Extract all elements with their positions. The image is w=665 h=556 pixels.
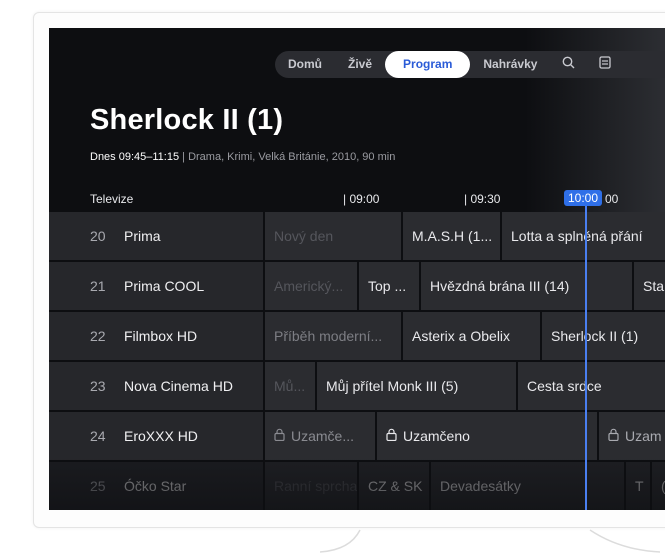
channel-cell[interactable]: 20 Prima	[49, 212, 263, 260]
channel-name: Prima COOL	[124, 278, 205, 294]
program-cell[interactable]: Příběh moderní...	[265, 312, 401, 360]
channel-row: 20 Prima Nový den M.A.S.H (1... Lotta a s…	[49, 212, 665, 260]
channel-row: 22 Filmbox HD Příběh moderní... Asterix a…	[49, 312, 665, 360]
nav-live[interactable]: Živě	[335, 51, 385, 78]
channel-number: 22	[90, 328, 106, 344]
time-tick-0900: | 09:00	[343, 192, 380, 206]
program-cell[interactable]: Sta	[634, 262, 665, 310]
guide-icon[interactable]	[587, 51, 623, 78]
lock-icon	[274, 413, 285, 460]
top-nav: Domů Živě Program Nahrávky	[275, 51, 665, 78]
channel-name: EroXXX HD	[124, 428, 198, 444]
lock-icon	[608, 413, 619, 460]
program-title-locked: Uzamčeno	[403, 428, 470, 444]
channel-cell[interactable]: 22 Filmbox HD	[49, 312, 263, 360]
channel-row: 25 Óčko Star Ranní sprcha CZ & SK Devades…	[49, 462, 665, 510]
tv-stand	[320, 529, 660, 553]
program-cell[interactable]: Devadesátky	[431, 462, 624, 510]
channel-cell[interactable]: 23 Nova Cinema HD	[49, 362, 263, 410]
timeline-label: Televize	[90, 192, 134, 206]
program-cell-locked[interactable]: Uzamče...	[265, 412, 375, 460]
program-cell[interactable]: T	[626, 462, 650, 510]
channel-cell[interactable]: 21 Prima COOL	[49, 262, 263, 310]
program-cell[interactable]: Hvězdná brána III (14)	[421, 262, 632, 310]
channel-name: Óčko Star	[124, 478, 187, 494]
nav-home[interactable]: Domů	[275, 51, 335, 78]
program-cell[interactable]: M.A.S.H (1...	[403, 212, 500, 260]
channel-name: Filmbox HD	[124, 328, 198, 344]
lock-icon	[386, 413, 397, 460]
nav-program[interactable]: Program	[385, 51, 471, 78]
current-time-line	[585, 206, 587, 510]
program-cell[interactable]: CZ & SK	[359, 462, 429, 510]
channel-cell[interactable]: 25 Óčko Star	[49, 462, 263, 510]
channel-name: Prima	[124, 228, 161, 244]
channel-number: 23	[90, 378, 106, 394]
channel-row: 23 Nova Cinema HD Mů... Můj přítel Monk I…	[49, 362, 665, 410]
channel-row: 21 Prima COOL Americký... Top ... Hvězdná…	[49, 262, 665, 310]
program-cell[interactable]: Mů...	[265, 362, 315, 410]
time-tick-0930: | 09:30	[464, 192, 501, 206]
program-cell-locked[interactable]: Uzamčeno	[377, 412, 597, 460]
program-cell[interactable]: Asterix a Obelix	[403, 312, 540, 360]
program-title-locked: Uzamče...	[291, 428, 355, 444]
channel-number: 21	[90, 278, 106, 294]
program-details: | Drama, Krimi, Velká Británie, 2010, 90…	[179, 151, 396, 163]
search-icon[interactable]	[550, 51, 587, 78]
channel-name: Nova Cinema HD	[124, 378, 233, 394]
channel-row: 24 EroXXX HD Uzamče... Uzamčeno Uzam	[49, 412, 665, 460]
program-cell[interactable]: Cesta srdce	[518, 362, 665, 410]
program-cell[interactable]: (	[652, 462, 665, 510]
channel-number: 24	[90, 428, 106, 444]
program-title-locked: Uzam	[625, 428, 662, 444]
program-time: Dnes 09:45–11:15	[90, 151, 180, 163]
channel-cell[interactable]: 24 EroXXX HD	[49, 412, 263, 460]
channel-number: 20	[90, 228, 106, 244]
program-cell[interactable]: Top ...	[359, 262, 419, 310]
current-time-badge: 10:00	[564, 190, 603, 206]
program-title: Sherlock II (1)	[90, 104, 284, 136]
program-cell[interactable]: Americký...	[265, 262, 357, 310]
nav-recordings[interactable]: Nahrávky	[470, 51, 550, 78]
program-meta: Dnes 09:45–11:15 | Drama, Krimi, Velká B…	[90, 151, 395, 163]
time-tick-partial: 00	[605, 192, 619, 206]
program-cell[interactable]: Nový den	[265, 212, 401, 260]
program-cell[interactable]: Ranní sprcha	[265, 462, 357, 510]
program-cell[interactable]: Lotta a splněná přání	[502, 212, 665, 260]
tv-screen: Domů Živě Program Nahrávky Sherlock II (…	[49, 28, 665, 510]
channel-number: 25	[90, 478, 106, 494]
program-cell[interactable]: Můj přítel Monk III (5)	[317, 362, 516, 410]
program-cell-locked[interactable]: Uzam	[599, 412, 665, 460]
program-cell-selected[interactable]: Sherlock II (1)	[542, 312, 665, 360]
